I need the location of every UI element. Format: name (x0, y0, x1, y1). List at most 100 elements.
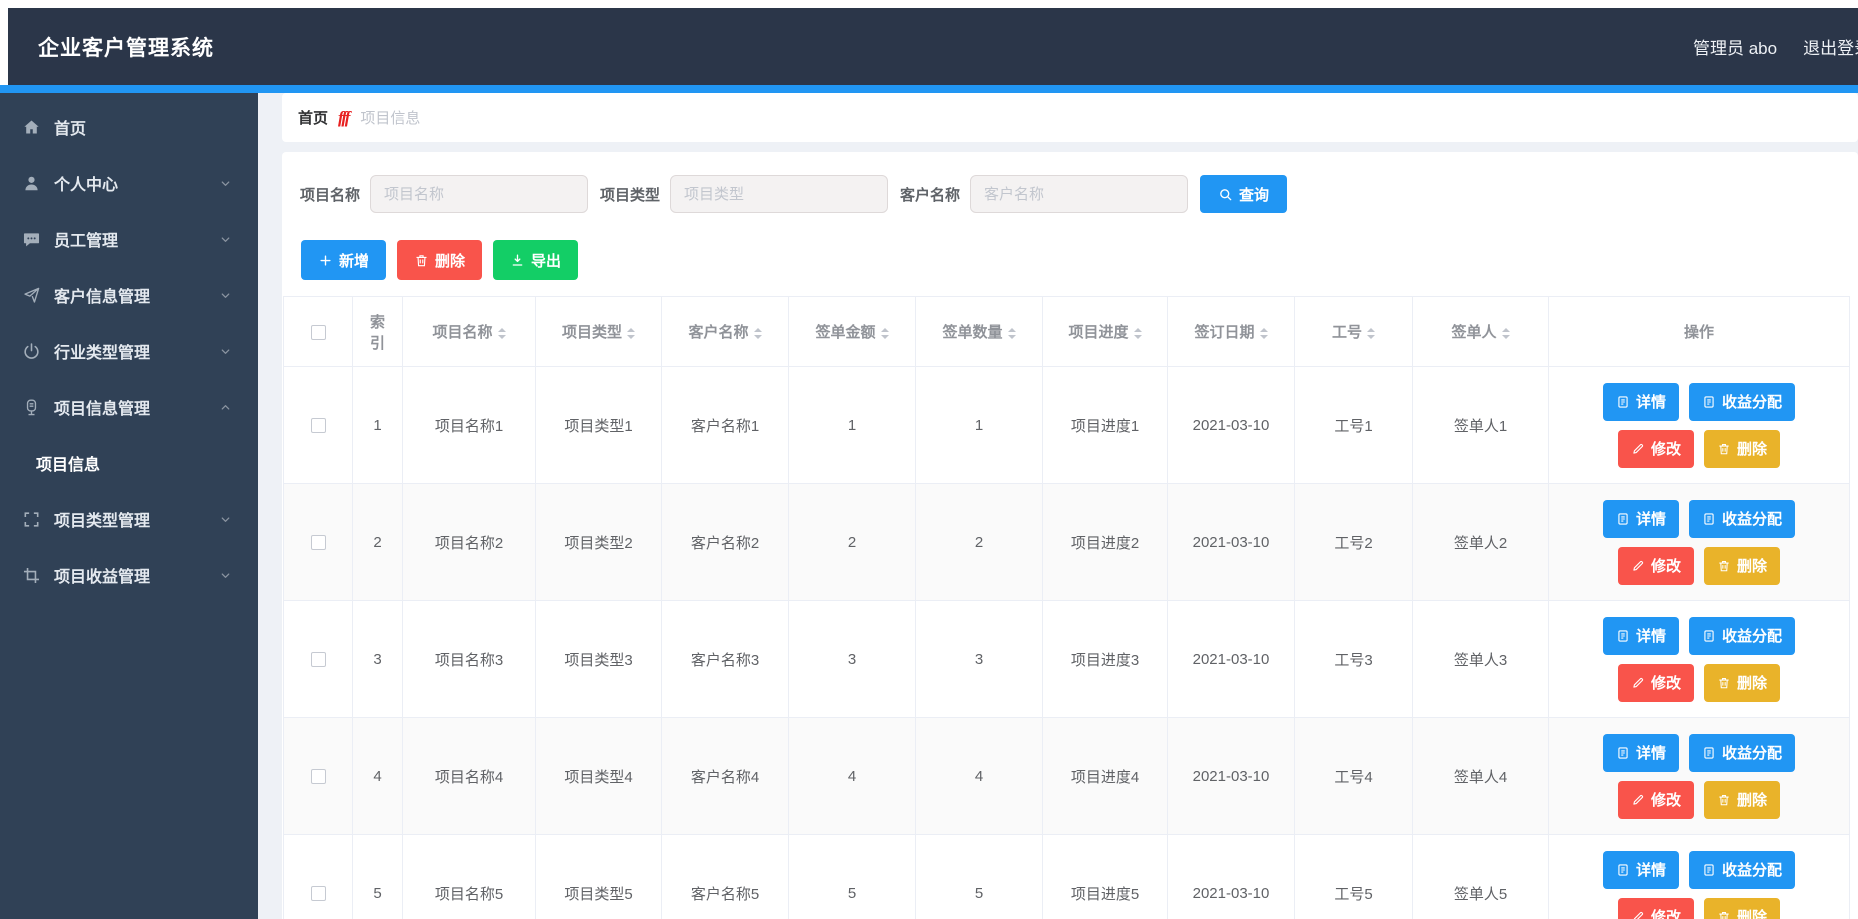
action-line-2: 修改 删除 (1549, 664, 1849, 702)
cell-project_progress: 项目进度4 (1043, 718, 1168, 835)
sidebar-item-1[interactable]: 首页 (0, 99, 258, 155)
row-checkbox[interactable] (311, 535, 326, 550)
cell-employee_no: 工号5 (1295, 835, 1413, 919)
sort-carets-icon[interactable] (754, 328, 762, 339)
cell-customer_name: 客户名称3 (662, 601, 789, 718)
column-header-1: 索引 (353, 297, 403, 367)
table-row: 4项目名称4项目类型4客户名称444项目进度42021-03-10工号4签单人4… (284, 718, 1850, 835)
row-action-修改-button[interactable]: 修改 (1618, 430, 1694, 468)
sidebar-item-7[interactable]: 项目类型管理 (0, 491, 258, 547)
column-header-6[interactable]: 签单数量 (916, 297, 1043, 367)
cell-project_type: 项目类型5 (536, 835, 662, 919)
sidebar-item-8[interactable]: 项目收益管理 (0, 547, 258, 603)
sort-carets-icon[interactable] (1008, 328, 1016, 339)
action-label: 收益分配 (1722, 391, 1782, 412)
row-action-修改-button[interactable]: 修改 (1618, 547, 1694, 585)
data-table-wrap: 索引项目名称项目类型客户名称签单金额签单数量项目进度签订日期工号签单人操作1项目… (283, 296, 1850, 919)
cell-actions: 详情收益分配修改 删除 (1549, 601, 1850, 718)
column-header-11: 操作 (1549, 297, 1850, 367)
breadcrumb: 首页 fff 项目信息 (282, 93, 1858, 142)
action-label: 修改 (1651, 906, 1681, 919)
column-header-4[interactable]: 客户名称 (662, 297, 789, 367)
column-header-label: 签单金额 (815, 324, 875, 341)
row-action-详情-button[interactable]: 详情 (1603, 851, 1679, 889)
column-header-7[interactable]: 项目进度 (1043, 297, 1168, 367)
cell-project_name: 项目名称1 (403, 367, 536, 484)
cell-signer: 签单人3 (1413, 601, 1549, 718)
cell-sign_date: 2021-03-10 (1168, 601, 1295, 718)
sidebar-item-label: 个人中心 (54, 171, 118, 195)
row-checkbox[interactable] (311, 418, 326, 433)
filter-input-1[interactable] (370, 175, 588, 213)
row-checkbox[interactable] (311, 769, 326, 784)
delete-button[interactable]: 删除 (397, 240, 482, 280)
add-button[interactable]: 新增 (301, 240, 386, 280)
column-header-label: 签订日期 (1194, 324, 1254, 341)
column-header-3[interactable]: 项目类型 (536, 297, 662, 367)
action-label: 修改 (1651, 672, 1681, 693)
row-action-删除-button[interactable]: 删除 (1704, 781, 1780, 819)
cell-project_progress: 项目进度5 (1043, 835, 1168, 919)
filter-input-2[interactable] (670, 175, 888, 213)
row-action-详情-button[interactable]: 详情 (1603, 383, 1679, 421)
row-action-删除-button[interactable]: 删除 (1704, 898, 1780, 919)
doc-icon (1702, 512, 1716, 526)
sidebar-item-2[interactable]: 个人中心 (0, 155, 258, 211)
sort-carets-icon[interactable] (1502, 328, 1510, 339)
filter-input-3[interactable] (970, 175, 1188, 213)
row-action-删除-button[interactable]: 删除 (1704, 664, 1780, 702)
column-header-10[interactable]: 签单人 (1413, 297, 1549, 367)
row-action-删除-button[interactable]: 删除 (1704, 547, 1780, 585)
navbar-user-area: 管理员 abo 退出登录 (1693, 8, 1858, 85)
column-header-8[interactable]: 签订日期 (1168, 297, 1295, 367)
row-action-收益分配-button[interactable]: 收益分配 (1689, 734, 1795, 772)
sort-carets-icon[interactable] (498, 328, 506, 339)
action-label: 删除 (1737, 438, 1767, 459)
row-action-修改-button[interactable]: 修改 (1618, 898, 1694, 919)
row-action-详情-button[interactable]: 详情 (1603, 734, 1679, 772)
row-action-收益分配-button[interactable]: 收益分配 (1689, 617, 1795, 655)
column-header-5[interactable]: 签单金额 (789, 297, 916, 367)
select-all-checkbox[interactable] (311, 325, 326, 340)
sidebar-item-4[interactable]: 客户信息管理 (0, 267, 258, 323)
chevron-down-icon (219, 513, 232, 526)
action-label: 删除 (1737, 672, 1767, 693)
row-checkbox-cell (284, 835, 353, 919)
sidebar-item-6[interactable]: 项目信息管理 (0, 379, 258, 435)
row-checkbox-cell (284, 601, 353, 718)
action-label: 修改 (1651, 555, 1681, 576)
breadcrumb-home-link[interactable]: 首页 (298, 107, 328, 128)
row-action-收益分配-button[interactable]: 收益分配 (1689, 500, 1795, 538)
sort-carets-icon[interactable] (1260, 328, 1268, 339)
row-checkbox[interactable] (311, 652, 326, 667)
sort-carets-icon[interactable] (627, 328, 635, 339)
sort-carets-icon[interactable] (1367, 328, 1375, 339)
export-button[interactable]: 导出 (493, 240, 578, 280)
cell-customer_name: 客户名称1 (662, 367, 789, 484)
sort-carets-icon[interactable] (1134, 328, 1142, 339)
row-action-删除-button[interactable]: 删除 (1704, 430, 1780, 468)
doc-icon (1702, 395, 1716, 409)
action-line-1: 详情收益分配 (1549, 500, 1849, 538)
cell-employee_no: 工号4 (1295, 718, 1413, 835)
row-action-修改-button[interactable]: 修改 (1618, 781, 1694, 819)
doc-icon (1616, 395, 1630, 409)
filter-label-1: 项目名称 (300, 184, 360, 205)
sidebar-item-5[interactable]: 行业类型管理 (0, 323, 258, 379)
row-action-收益分配-button[interactable]: 收益分配 (1689, 851, 1795, 889)
row-action-修改-button[interactable]: 修改 (1618, 664, 1694, 702)
row-action-详情-button[interactable]: 详情 (1603, 500, 1679, 538)
logout-link[interactable]: 退出登录 (1803, 34, 1858, 59)
query-button[interactable]: 查询 (1200, 175, 1287, 213)
row-action-收益分配-button[interactable]: 收益分配 (1689, 383, 1795, 421)
row-checkbox[interactable] (311, 886, 326, 901)
column-header-9[interactable]: 工号 (1295, 297, 1413, 367)
column-header-2[interactable]: 项目名称 (403, 297, 536, 367)
sidebar-subitem-项目信息[interactable]: 项目信息 (0, 435, 258, 491)
sort-carets-icon[interactable] (881, 328, 889, 339)
action-line-2: 修改 删除 (1549, 430, 1849, 468)
cell-project_progress: 项目进度3 (1043, 601, 1168, 718)
sidebar-item-3[interactable]: 员工管理 (0, 211, 258, 267)
row-action-详情-button[interactable]: 详情 (1603, 617, 1679, 655)
table-row: 5项目名称5项目类型5客户名称555项目进度52021-03-10工号5签单人5… (284, 835, 1850, 919)
